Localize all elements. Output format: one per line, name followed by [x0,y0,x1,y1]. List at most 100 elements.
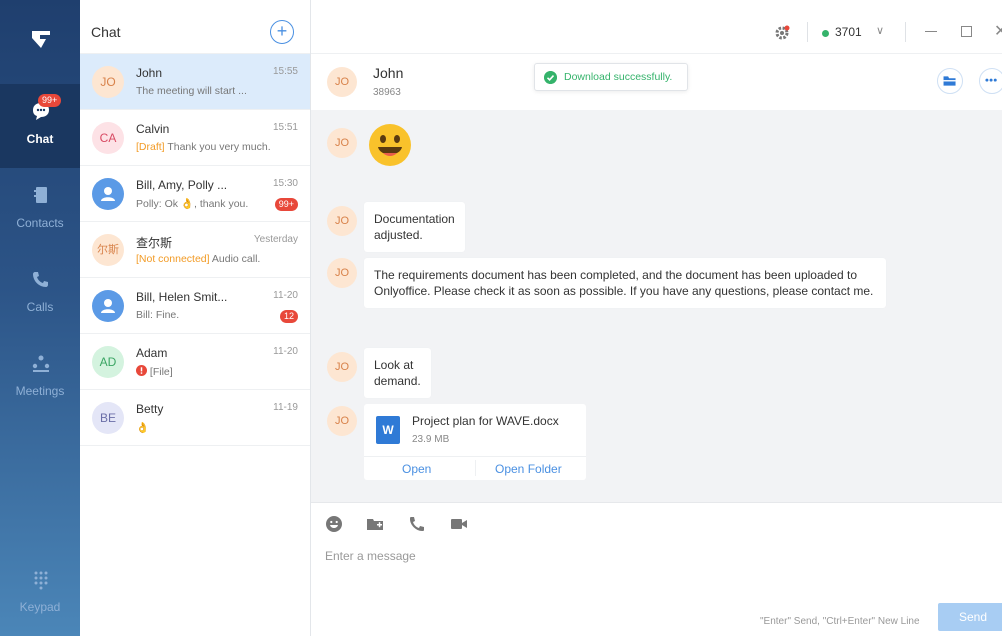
rail-calls[interactable]: Calls [0,252,80,336]
contact-number: 38963 [373,87,401,98]
preview-text: Bill: Fine. [136,309,180,321]
settings-gear-icon[interactable] [774,25,790,41]
avatar: JO [327,128,357,158]
conversation-time: 15:51 [272,122,298,133]
message-composer: Enter a message "Enter" Send, "Ctrl+Ente… [311,502,1002,636]
chevron-down-icon[interactable]: ∨ [876,24,884,37]
avatar: JO [327,206,357,236]
chat-unread-badge: 99+ [38,94,62,107]
avatar: JO [92,66,124,98]
message-bubble: Look at demand. [364,348,431,398]
message-bubble: The requirements document has been compl… [364,258,886,308]
more-options-button[interactable] [979,68,1002,94]
word-doc-icon: W [376,416,400,444]
preview-text: [File] [149,366,173,378]
avatar: CA [92,122,124,154]
folder-upload-icon[interactable] [366,515,384,533]
avatar: JO [327,352,357,382]
close-icon[interactable]: ✕ [994,21,1002,41]
conversation-name: Bill, Helen Smit... [136,290,228,304]
phone-icon [33,272,48,287]
conversation-preview: Polly: Ok 👌, thank you. [136,197,286,210]
conversation-preview: [Draft] Thank you very much. [136,141,286,153]
avatar: AD [92,346,124,378]
conversation-preview: Bill: Fine. [136,309,286,321]
avatar: 尔斯 [92,234,124,266]
divider [475,460,476,476]
conversation-time: Yesterday [253,234,298,245]
rail-chat-label: Chat [26,132,54,146]
phone-call-icon[interactable] [408,515,426,533]
preview-tag: [Draft] [136,141,165,153]
conversation-name: Adam [136,346,168,360]
conversation-item[interactable]: JO John 15:55 The meeting will start ... [80,54,310,110]
files-button[interactable] [937,68,963,94]
emoji-icon[interactable] [325,515,343,533]
send-button[interactable]: Send [938,603,1002,631]
conversation-item[interactable]: BE Betty 11-19 👌 [80,390,310,446]
file-attachment: W Project plan for WAVE.docx 23.9 MB Ope… [364,404,586,480]
unread-count-badge: 99+ [274,198,298,211]
maximize-icon[interactable] [961,26,972,37]
error-icon [136,365,147,376]
minimize-icon[interactable] [925,31,937,32]
preview-text: Audio call. [209,253,261,265]
check-circle-icon [544,71,557,84]
rail-meetings-label: Meetings [15,384,65,398]
rail-keypad-label: Keypad [19,600,61,614]
rail-chat[interactable]: 99+ Chat [0,84,80,168]
conversation-time: 11-20 [273,290,298,301]
conversation-preview: The meeting will start ... [136,85,286,97]
new-chat-button[interactable]: + [270,20,294,44]
rail-meetings[interactable]: Meetings [0,336,80,420]
preview-text: The meeting will start ... [136,85,247,97]
conversation-name: Bill, Amy, Polly ... [136,178,228,192]
conversation-item[interactable]: CA Calvin 15:51 [Draft] Thank you very m… [80,110,310,166]
conversation-time: 15:30 [272,178,298,189]
rail-contacts-label: Contacts [16,216,64,230]
conversation-name: Calvin [136,122,170,136]
conversation-list: Chat + JO John 15:55 The meeting will st… [80,0,311,636]
conversation-time: 11-20 [273,346,298,357]
top-bar: 3701 ∨ ✕ [311,0,1002,54]
keypad-icon [34,571,48,590]
file-name: Project plan for WAVE.docx [412,414,559,428]
message-area: JO JO Documentation adjusted. JO The req… [311,110,1002,502]
chat-header: JO John 38963 Download successfully. [311,55,1002,110]
conversation-item[interactable]: Bill, Amy, Polly ... 15:30 Polly: Ok 👌, … [80,166,310,222]
divider [905,22,906,42]
group-avatar [92,178,124,210]
group-avatar [92,290,124,322]
video-call-icon[interactable] [450,515,468,533]
conversation-name: 查尔斯 [136,236,173,250]
conversation-item[interactable]: 尔斯 查尔斯 Yesterday [Not connected] Audio c… [80,222,310,278]
account-extension[interactable]: 3701 [835,25,862,39]
group-icon [101,299,115,313]
left-rail: 99+ Chat Contacts Calls Meetings Keypad [0,0,80,636]
avatar: BE [92,402,124,434]
conversation-item[interactable]: Bill, Helen Smit... 11-20 Bill: Fine. 12 [80,278,310,334]
meetings-icon [32,355,50,372]
file-size: 23.9 MB [412,434,450,445]
preview-tag: [Not connected] [136,253,210,265]
toast-message: Download successfully. [564,71,673,83]
list-header: Chat + [80,0,310,54]
open-folder-button[interactable]: Open Folder [495,462,562,476]
preview-text: 👌 [136,422,150,434]
more-dots-icon [985,78,997,82]
open-file-button[interactable]: Open [402,462,431,476]
message-bubble: Documentation adjusted. [364,202,465,252]
rail-contacts[interactable]: Contacts [0,168,80,252]
folder-icon [943,76,956,86]
divider [807,22,808,42]
app-logo-icon [32,31,50,48]
conversation-item[interactable]: AD Adam 11-20 [File] [80,334,310,390]
message-input[interactable]: Enter a message [325,549,416,563]
divider [364,456,586,457]
group-icon [101,187,115,201]
conversation-time: 15:55 [272,66,298,77]
toast-notification: Download successfully. [534,63,688,91]
send-hint: "Enter" Send, "Ctrl+Enter" New Line [760,616,920,627]
conversation-time: 11-19 [273,402,298,413]
rail-keypad[interactable]: Keypad [0,552,80,636]
